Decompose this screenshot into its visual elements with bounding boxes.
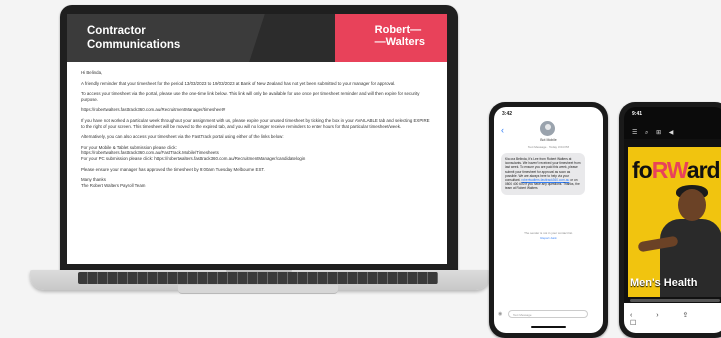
contact-name: Bot Mobile xyxy=(540,138,557,142)
messages-screen: 3:42 ‹ Bot Mobile Text Message · Today 3… xyxy=(494,107,603,333)
signoff: Many thanks xyxy=(81,177,106,183)
home-indicator xyxy=(531,326,566,328)
message-timestamp: Text Message · Today 3:04 PM xyxy=(527,145,570,149)
browser-nav-icons[interactable]: ‹ › ⇪ ☐ xyxy=(630,311,721,327)
report-junk-link[interactable]: Report Junk xyxy=(494,236,603,240)
banner-title-line1: Contractor xyxy=(87,25,146,37)
timesheet-link[interactable]: https://robertwalters.fasttrack360.com.a… xyxy=(81,107,433,113)
magazine-masthead: foRWard xyxy=(632,157,721,184)
laptop-screen: Contractor Communications Robert— —Walte… xyxy=(67,14,447,264)
email-paragraph: To access your timesheet via the portal,… xyxy=(81,91,420,102)
laptop-keyboard xyxy=(78,272,438,284)
laptop-front-edge xyxy=(178,285,338,294)
masthead-post: ard xyxy=(686,157,721,183)
status-time: 9:41 xyxy=(632,111,643,117)
back-chevron-icon[interactable]: ‹ xyxy=(501,125,504,135)
masthead-pre: fo xyxy=(632,157,653,183)
submission-links: For your Mobile & Tablet submission plea… xyxy=(81,145,433,162)
email-paragraph: Alternatively, you can also access your … xyxy=(81,134,284,140)
brand-line1: Robert— xyxy=(374,24,422,36)
unknown-sender-note: The sender is not in your contact list. xyxy=(524,231,573,235)
email-greeting: Hi Belinda, xyxy=(81,70,103,75)
contact-avatar[interactable] xyxy=(540,121,555,136)
page-scrubber[interactable] xyxy=(630,299,720,302)
pc-link[interactable]: For your PC submission please click: htt… xyxy=(81,156,305,161)
mobile-link[interactable]: https://robertwalters.fasttrack360.com.a… xyxy=(81,150,219,155)
mobile-label: For your Mobile & Tablet submission plea… xyxy=(81,144,177,150)
email-paragraph: Please ensure your manager has approved … xyxy=(81,166,265,172)
email-banner: Contractor Communications Robert— —Walte… xyxy=(67,14,447,62)
brand-logo: Robert— —Walters xyxy=(375,24,425,48)
magazine-screen: 9:41 ☰ ⌕ ⊞ ◀ foRWard Men's Health ‹ › ⇪ … xyxy=(624,107,721,333)
camera-icon[interactable]: ◉ xyxy=(498,311,502,317)
banner-title: Contractor Communications xyxy=(87,24,247,52)
message-bubble: Kia ora Belinda, It's Lee from Robert Wa… xyxy=(501,153,585,195)
brand-line2: —Walters xyxy=(374,36,425,48)
email-paragraph: If you have not worked a particular week… xyxy=(81,117,430,129)
magazine-cover[interactable]: foRWard Men's Health xyxy=(628,147,721,297)
team-name: The Robert Walters Payroll Team xyxy=(81,182,146,188)
banner-title-line2: Communications xyxy=(87,39,181,51)
person-head xyxy=(678,189,706,221)
status-time: 3:42 xyxy=(502,111,513,117)
email-body: Hi Belinda, A friendly reminder that you… xyxy=(81,70,433,193)
email-paragraph: A friendly reminder that your timesheet … xyxy=(81,80,396,86)
reader-toolbar-icons[interactable]: ☰ ⌕ ⊞ ◀ xyxy=(632,129,676,137)
masthead-highlight: RW xyxy=(651,157,688,183)
cover-headline: Men's Health xyxy=(630,277,698,289)
email-signature: Many thanks The Robert Walters Payroll T… xyxy=(81,177,433,188)
message-input[interactable]: Text Message xyxy=(508,310,588,318)
